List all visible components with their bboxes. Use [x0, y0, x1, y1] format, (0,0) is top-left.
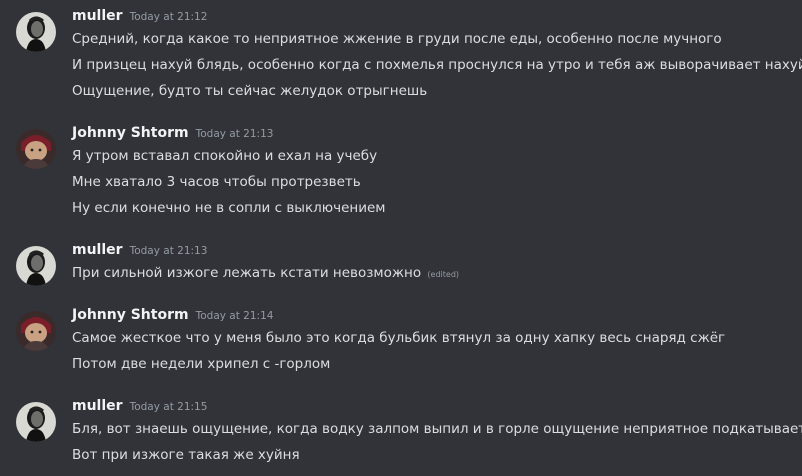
timestamp[interactable]: Today at 21:13 — [130, 245, 208, 257]
message-header: Johnny Shtorm Today at 21:14 — [72, 307, 273, 327]
message-text: Я утром вставал спокойно и ехал на учебу — [72, 148, 378, 164]
message-header: Johnny Shtorm Today at 21:13 — [72, 125, 273, 145]
statue-avatar[interactable] — [16, 12, 56, 52]
cartoon-character-avatar[interactable] — [16, 129, 56, 169]
edited-label: (edited) — [427, 270, 460, 279]
message-header: muller Today at 21:12 — [72, 8, 207, 28]
timestamp[interactable]: Today at 21:15 — [130, 401, 208, 413]
message-text: При сильной изжоге лежать кстати невозмо… — [72, 264, 459, 284]
message-text: Самое жесткое что у меня было это когда … — [72, 330, 726, 346]
message-group: muller Today at 21:12 Средний, когда как… — [0, 8, 802, 108]
message-text: Вот при изжоге такая же хуйня — [72, 447, 300, 463]
message-text-content: При сильной изжоге лежать кстати невозмо… — [72, 265, 422, 281]
username[interactable]: Johnny Shtorm — [72, 307, 189, 323]
message-group: muller Today at 21:13 При сильной изжоге… — [0, 242, 802, 292]
message-group: Johnny Shtorm Today at 21:14 Самое жестк… — [0, 307, 802, 382]
message-header: muller Today at 21:15 — [72, 398, 207, 418]
cartoon-character-avatar[interactable] — [16, 311, 56, 351]
username[interactable]: Johnny Shtorm — [72, 125, 189, 141]
username[interactable]: muller — [72, 398, 123, 414]
statue-avatar[interactable] — [16, 402, 56, 442]
message-text: Бля, вот знаешь ощущение, когда водку за… — [72, 421, 802, 437]
statue-avatar[interactable] — [16, 246, 56, 286]
message-text: Ощущение, будто ты сейчас желудок отрыгн… — [72, 83, 428, 99]
message-text: И призцец нахуй блядь, особенно когда с … — [72, 57, 802, 73]
message-group: muller Today at 21:15 Бля, вот знаешь ощ… — [0, 398, 802, 473]
message-text: Потом две недели хрипел с -горлом — [72, 356, 331, 372]
message-group: Johnny Shtorm Today at 21:13 Я утром вст… — [0, 125, 802, 225]
username[interactable]: muller — [72, 8, 123, 24]
timestamp[interactable]: Today at 21:12 — [130, 11, 208, 23]
message-text: Ну если конечно не в сопли с выключением — [72, 200, 386, 216]
timestamp[interactable]: Today at 21:14 — [196, 310, 274, 322]
message-text: Мне хватало 3 часов чтобы протрезветь — [72, 174, 361, 190]
timestamp[interactable]: Today at 21:13 — [196, 128, 274, 140]
message-header: muller Today at 21:13 — [72, 242, 207, 262]
username[interactable]: muller — [72, 242, 123, 258]
chat-messages: muller Today at 21:12 Средний, когда как… — [0, 0, 802, 476]
message-text: Средний, когда какое то неприятное жжени… — [72, 31, 722, 47]
